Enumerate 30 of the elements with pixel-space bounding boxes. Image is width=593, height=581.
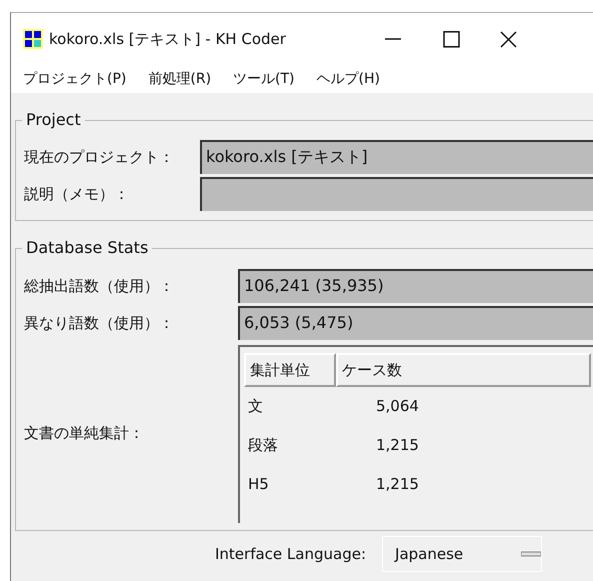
field-label: Interface Language: [215,544,366,565]
menu-item[interactable]: ツール(T) [227,64,301,94]
table-cell-text: 文 [247,396,264,418]
app-icon [23,29,43,49]
text-field[interactable] [200,177,593,211]
text-field[interactable]: 6,053 (5,475) [238,306,593,340]
field-label: 現在のプロジェクト： [24,146,175,168]
field-label: 文書の単純集計： [24,422,145,444]
table-cell-text: H5 [247,474,270,496]
dropdown-indicator-icon [521,551,542,557]
close-icon [500,30,517,48]
table-cell-text: 1,215 [375,474,419,496]
table-cell-text: 1,215 [375,435,419,456]
maximize-icon [443,30,460,48]
table-cell-text: 5,064 [375,396,419,418]
field-label: 説明（メモ）： [24,184,130,205]
field-label: 総抽出語数（使用）： [24,276,175,297]
group-title: Project [22,110,85,130]
minimize-icon [384,38,401,40]
menu-item[interactable]: 前処理(R) [142,64,218,94]
window-title: kokoro.xls [テキスト] - KH Coder [49,28,286,50]
table-cell-text: 段落 [247,435,279,456]
column-header[interactable]: 集計単位 [244,353,336,387]
menu-item[interactable]: ヘルプ(H) [310,64,386,94]
language-dropdown[interactable]: Japanese [382,536,542,572]
field-label: 異なり語数（使用）： [24,312,175,334]
text-field[interactable]: 106,241 (35,935) [238,269,593,303]
menu-item[interactable]: プロジェクト(P) [17,64,132,94]
text-field[interactable]: kokoro.xls [テキスト] [200,140,593,174]
column-header[interactable]: ケース数 [336,353,591,387]
